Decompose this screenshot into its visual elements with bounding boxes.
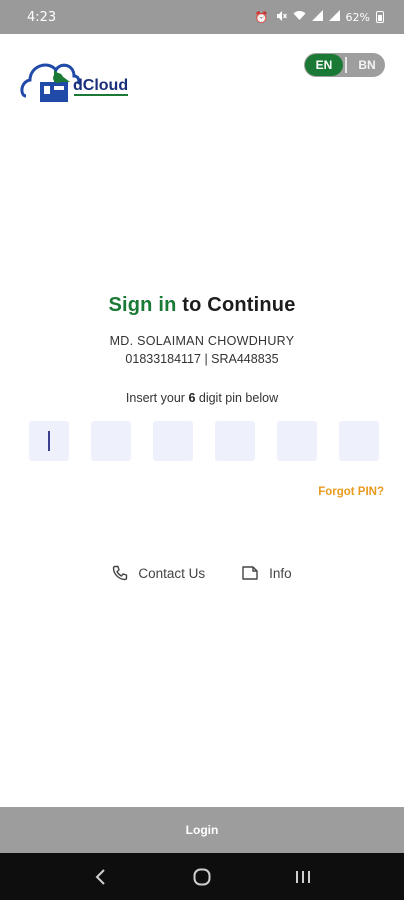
info-label: Info xyxy=(269,565,292,581)
page-title: Sign in to Continue xyxy=(0,294,404,317)
back-icon[interactable] xyxy=(81,857,121,897)
pin-hint-count: 6 xyxy=(188,391,196,405)
battery-icon xyxy=(376,11,384,23)
title-accent: Sign in xyxy=(108,294,177,316)
contact-us-label: Contact Us xyxy=(138,565,206,581)
info-link[interactable]: Info xyxy=(241,565,292,581)
system-nav-bar xyxy=(0,853,404,900)
pin-digit-1[interactable] xyxy=(29,421,69,461)
lang-divider xyxy=(345,57,347,73)
signal-icon xyxy=(328,10,340,24)
signal-icon xyxy=(311,10,323,24)
pin-digit-4[interactable] xyxy=(215,421,255,461)
battery-percent: 62% xyxy=(345,10,370,24)
dcloud-logo: dCloud xyxy=(18,52,133,104)
text-caret xyxy=(48,431,50,451)
user-name: MD. SOLAIMAN CHOWDHURY xyxy=(109,334,295,348)
pin-digit-2[interactable] xyxy=(91,421,131,461)
mute-icon xyxy=(275,10,287,25)
logo-text: dCloud xyxy=(73,77,128,94)
pin-hint-suffix: digit pin below xyxy=(198,391,279,405)
pin-digit-6[interactable] xyxy=(339,421,379,461)
home-icon[interactable] xyxy=(182,857,222,897)
login-button[interactable]: Login xyxy=(0,807,404,853)
info-icon xyxy=(241,565,259,581)
lang-en-option[interactable]: EN xyxy=(305,54,343,76)
status-bar: 4:23 ⏰ 62% xyxy=(0,0,404,34)
contact-us-link[interactable]: Contact Us xyxy=(112,565,205,581)
pin-hint: Insert your 6 digit pin below xyxy=(0,391,404,405)
title-rest: to Continue xyxy=(182,294,296,316)
recents-icon[interactable] xyxy=(283,857,323,897)
pin-digit-3[interactable] xyxy=(153,421,193,461)
lang-bn-option[interactable]: BN xyxy=(349,58,385,72)
pin-hint-prefix: Insert your xyxy=(125,391,185,405)
pin-input-row xyxy=(29,421,379,461)
phone-icon xyxy=(112,565,128,581)
forgot-pin-link[interactable]: Forgot PIN? xyxy=(318,486,384,498)
wifi-icon xyxy=(293,10,306,24)
alarm-icon: ⏰ xyxy=(254,10,269,24)
pin-digit-5[interactable] xyxy=(277,421,317,461)
user-ids: 01833184117 | SRA448835 xyxy=(125,352,279,366)
language-toggle[interactable]: EN BN xyxy=(304,53,385,77)
status-icons: ⏰ 62% xyxy=(255,10,384,25)
help-links: Contact Us Info xyxy=(0,565,404,581)
status-time: 4:23 xyxy=(27,9,57,25)
